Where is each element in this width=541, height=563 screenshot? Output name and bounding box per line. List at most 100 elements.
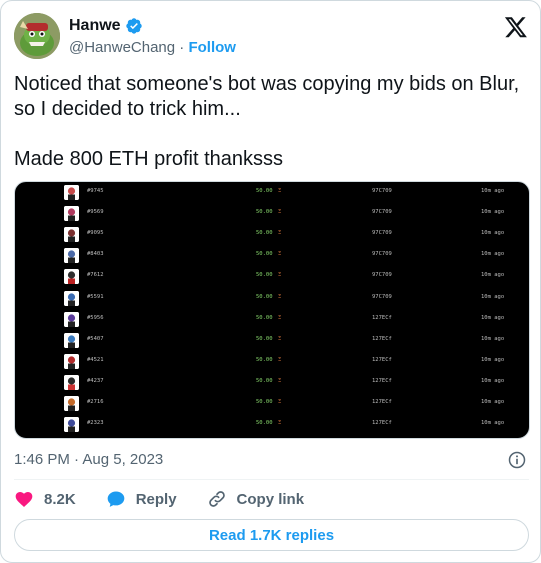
eth-unit: Ξ	[278, 356, 282, 363]
eth-unit: Ξ	[278, 293, 282, 300]
activity-row: #5956 50.00 Ξ 127ECf 10m ago	[15, 310, 529, 331]
reply-button[interactable]: Reply	[106, 489, 177, 509]
token-id: #4237	[87, 377, 104, 384]
activity-row: #9745 50.00 Ξ 97C709 10m ago	[15, 183, 529, 204]
activity-row: #8403 50.00 Ξ 97C709 10m ago	[15, 246, 529, 267]
bid-price: 50.00	[256, 209, 273, 216]
bid-price: 50.00	[256, 377, 273, 384]
eth-unit: Ξ	[278, 188, 282, 194]
bidder-address: 97C709	[372, 209, 392, 216]
bidder-address: 127ECf	[372, 399, 392, 405]
nft-thumbnail	[64, 227, 79, 243]
time-ago: 10m ago	[481, 377, 505, 384]
nft-thumbnail	[64, 353, 79, 369]
activity-row: #4237 50.00 Ξ 127ECf 10m ago	[15, 373, 529, 394]
token-id: #7612	[87, 272, 104, 279]
activity-row: #5591 50.00 Ξ 97C709 10m ago	[15, 289, 529, 310]
nft-thumbnail	[64, 332, 79, 348]
time-ago: 10m ago	[481, 335, 505, 342]
eth-unit: Ξ	[278, 314, 282, 321]
nft-thumbnail	[64, 311, 79, 327]
heart-icon	[15, 492, 33, 507]
follow-button[interactable]: Follow	[188, 39, 236, 56]
tweet-text: Noticed that someone's bot was copying m…	[14, 73, 520, 170]
eth-unit: Ξ	[278, 335, 282, 342]
action-bar: 8.2K Reply Copy link	[14, 488, 334, 510]
token-id: #9095	[87, 230, 104, 237]
like-count: 8.2K	[44, 490, 76, 508]
time-ago: 10m ago	[481, 272, 505, 279]
nft-thumbnail	[64, 269, 79, 285]
time-ago: 10m ago	[481, 314, 505, 321]
activity-row: #9095 50.00 Ξ 97C709 10m ago	[15, 225, 529, 246]
activity-row: #2323 50.00 Ξ 127ECf 10m ago	[15, 415, 529, 436]
bidder-address: 97C709	[372, 251, 392, 258]
token-id: #9569	[87, 209, 104, 216]
token-id: #4521	[87, 356, 104, 363]
eth-unit: Ξ	[278, 420, 282, 427]
time-ago: 10m ago	[481, 399, 505, 405]
read-replies-button[interactable]: Read 1.7K replies	[14, 519, 529, 551]
token-id: #2323	[87, 420, 104, 427]
bid-price: 50.00	[256, 399, 273, 405]
author-block: Hanwe @HanweChang · Follow	[69, 15, 236, 57]
token-id: #5407	[87, 335, 104, 342]
handle-row: @HanweChang · Follow	[69, 39, 236, 56]
bid-price: 50.00	[256, 335, 273, 342]
copy-link-button[interactable]: Copy link	[207, 489, 304, 509]
bid-price: 50.00	[256, 272, 273, 279]
nft-thumbnail	[64, 374, 79, 390]
eth-unit: Ξ	[278, 399, 282, 405]
like-button[interactable]: 8.2K	[14, 489, 76, 509]
bid-price: 50.00	[256, 251, 273, 258]
media-image[interactable]: #9745 50.00 Ξ 97C709 10m ago #9569 50.00 Ξ 97C70…	[14, 181, 530, 439]
time-ago: 10m ago	[481, 230, 505, 237]
eth-unit: Ξ	[278, 272, 282, 279]
bid-price: 50.00	[256, 314, 273, 321]
bidder-address: 127ECf	[372, 420, 392, 427]
read-replies-label: Read 1.7K replies	[208, 526, 335, 544]
token-id: #5591	[87, 293, 104, 300]
eth-unit: Ξ	[278, 251, 282, 258]
separator-dot: ·	[179, 39, 185, 56]
nft-thumbnail	[64, 290, 79, 306]
activity-row: #5407 50.00 Ξ 127ECf 10m ago	[15, 331, 529, 352]
tweet-timestamp[interactable]: 1:46 PM · Aug 5, 2023	[14, 451, 163, 468]
reply-bubble-icon	[107, 491, 125, 507]
bidder-address: 97C709	[372, 272, 392, 279]
nft-thumbnail	[64, 396, 79, 411]
bidder-address: 127ECf	[372, 377, 392, 384]
reply-label: Reply	[135, 490, 177, 508]
time-ago: 10m ago	[481, 356, 505, 363]
bidder-address: 97C709	[372, 293, 392, 300]
bidder-address: 127ECf	[372, 356, 392, 363]
bidder-address: 97C709	[372, 188, 392, 194]
bid-price: 50.00	[256, 356, 273, 363]
info-icon[interactable]	[507, 450, 527, 470]
eth-unit: Ξ	[278, 377, 282, 384]
author-handle[interactable]: @HanweChang	[69, 39, 175, 56]
nft-thumbnail	[64, 185, 79, 200]
activity-row: #7612 50.00 Ξ 97C709 10m ago	[15, 267, 529, 288]
bidder-address: 127ECf	[372, 335, 392, 342]
time-ago: 10m ago	[481, 251, 505, 258]
link-icon	[208, 491, 225, 507]
time-ago: 10m ago	[481, 420, 505, 427]
author-name[interactable]: Hanwe	[69, 17, 121, 35]
eth-unit: Ξ	[278, 209, 282, 216]
bid-price: 50.00	[256, 420, 273, 427]
verified-badge-icon	[125, 17, 142, 34]
bid-price: 50.00	[256, 230, 273, 237]
nft-thumbnail	[64, 248, 79, 264]
token-id: #9745	[87, 188, 104, 194]
time-ago: 10m ago	[481, 293, 505, 300]
time-ago: 10m ago	[481, 188, 505, 194]
token-id: #2716	[87, 399, 104, 405]
time-ago: 10m ago	[481, 209, 505, 216]
avatar[interactable]	[14, 13, 60, 59]
bid-price: 50.00	[256, 188, 273, 194]
bidder-address: 127ECf	[372, 314, 392, 321]
x-logo-icon[interactable]	[504, 15, 528, 39]
token-id: #8403	[87, 251, 104, 258]
token-id: #5956	[87, 314, 104, 321]
